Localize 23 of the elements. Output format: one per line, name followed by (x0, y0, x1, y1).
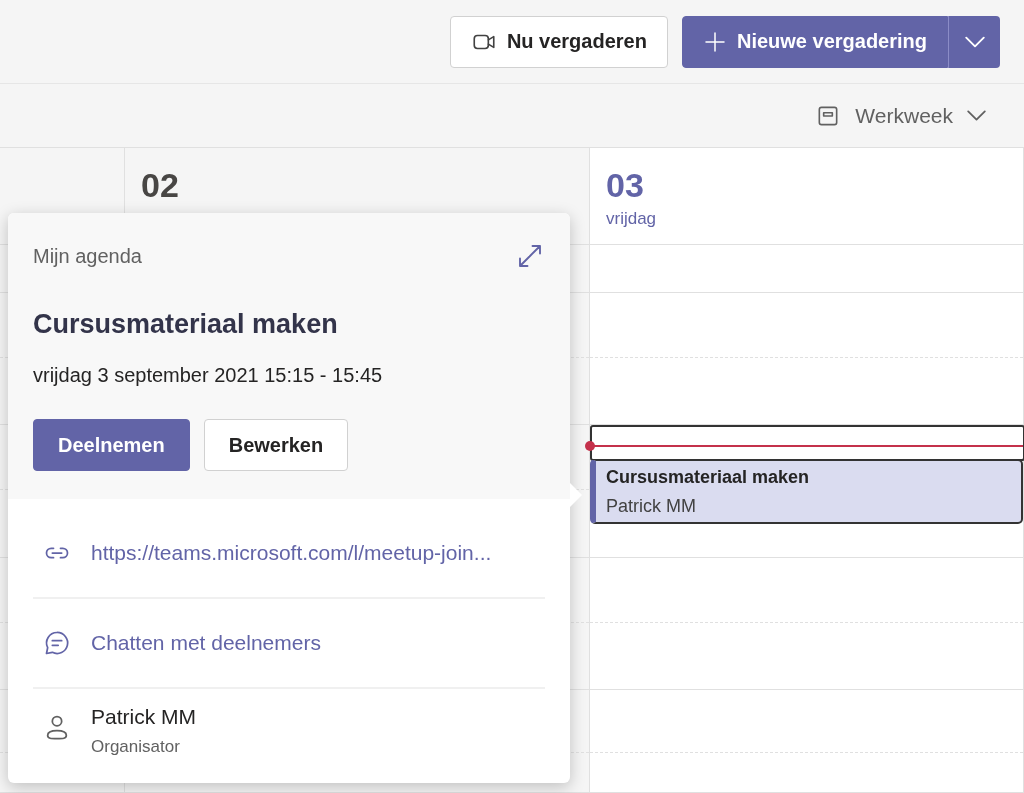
day-number: 02 (141, 166, 180, 205)
chevron-down-icon (964, 35, 985, 48)
popup-title: Cursusmateriaal maken (33, 309, 339, 340)
chevron-down-icon (967, 110, 986, 121)
organizer-role: Organisator (91, 737, 181, 757)
edit-button[interactable]: Bewerken (203, 419, 349, 471)
join-button[interactable]: Deelnemen (33, 419, 190, 471)
day-number: 03 (606, 166, 645, 205)
meeting-link[interactable]: https://teams.microsoft.com/l/meetup-join... (91, 541, 492, 565)
chat-icon (43, 629, 71, 657)
plus-icon (702, 29, 727, 54)
event-organizer: Patrick MM (606, 496, 697, 517)
event-title: Cursusmateriaal maken (606, 467, 811, 488)
new-meeting-button[interactable]: Nieuwe vergadering (681, 15, 948, 68)
weekday-label: vrijdag (606, 209, 658, 229)
meet-now-button[interactable]: Nu vergaderen (449, 15, 668, 68)
event-time: vrijdag 3 september 2021 15:15 - 15:45 (33, 364, 384, 387)
organizer-name: Patrick MM (91, 705, 196, 729)
calendar-event[interactable]: Cursusmateriaal maken Patrick MM (590, 459, 1023, 524)
dropdown-button[interactable] (948, 15, 1000, 68)
calendar-name: Mijn agenda (33, 244, 142, 268)
view-switcher[interactable]: Werkweek (809, 101, 992, 130)
chat-link[interactable]: Chatten met deelnemers (91, 631, 321, 655)
